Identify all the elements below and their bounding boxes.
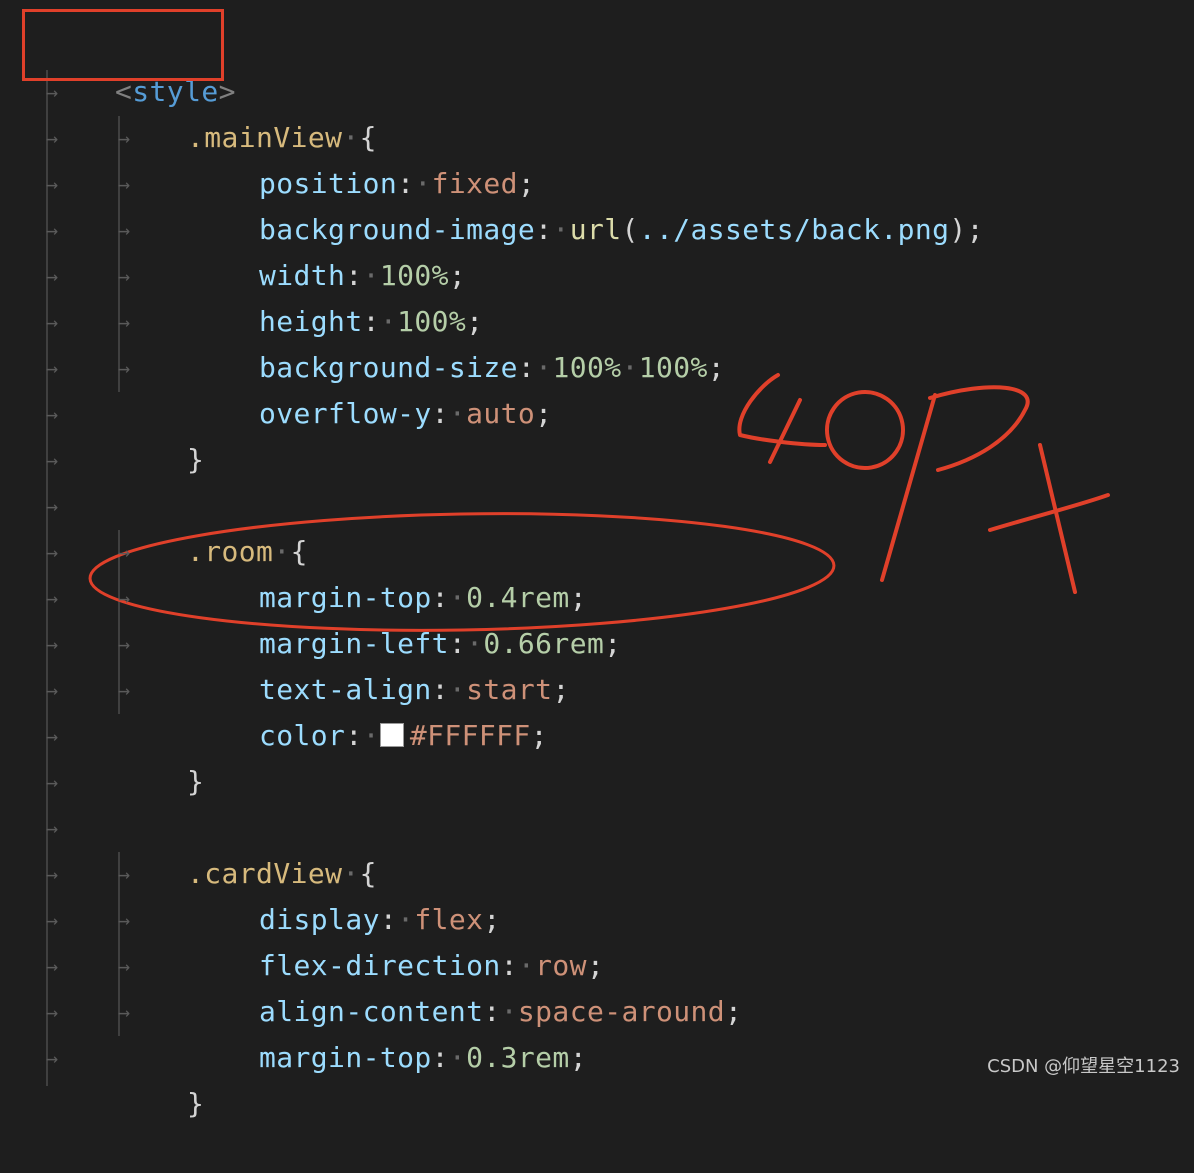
tab-arrow-icon: → bbox=[46, 1046, 59, 1070]
tab-arrow-icon: → bbox=[46, 954, 59, 978]
tab-arrow-icon: → bbox=[46, 724, 59, 748]
tab-arrow-icon: → bbox=[46, 126, 59, 150]
tab-arrow-icon: → bbox=[118, 908, 131, 932]
tab-arrow-icon: → bbox=[46, 264, 59, 288]
tab-arrow-icon: → bbox=[118, 310, 131, 334]
tab-arrow-icon: → bbox=[46, 402, 59, 426]
annotation-ellipse bbox=[88, 512, 836, 632]
tab-arrow-icon: → bbox=[118, 540, 131, 564]
tab-arrow-icon: → bbox=[118, 218, 131, 242]
tab-arrow-icon: → bbox=[46, 908, 59, 932]
tab-arrow-icon: → bbox=[46, 80, 59, 104]
tab-arrow-icon: → bbox=[46, 494, 59, 518]
tab-arrow-icon: → bbox=[46, 632, 59, 656]
tab-arrow-icon: → bbox=[118, 954, 131, 978]
tab-arrow-icon: → bbox=[118, 356, 131, 380]
tab-arrow-icon: → bbox=[46, 586, 59, 610]
tab-arrow-icon: → bbox=[46, 172, 59, 196]
tab-arrow-icon: → bbox=[46, 310, 59, 334]
tab-arrow-icon: → bbox=[46, 770, 59, 794]
tab-arrow-icon: → bbox=[46, 678, 59, 702]
tab-arrow-icon: → bbox=[118, 862, 131, 886]
handwritten-40px bbox=[737, 373, 1110, 594]
brace: } bbox=[187, 1087, 205, 1120]
tab-arrow-icon: → bbox=[118, 1000, 131, 1024]
tab-arrow-icon: → bbox=[46, 218, 59, 242]
tab-arrow-icon: → bbox=[46, 816, 59, 840]
tab-arrow-icon: → bbox=[118, 264, 131, 288]
tab-arrow-icon: → bbox=[118, 126, 131, 150]
tab-arrow-icon: → bbox=[46, 448, 59, 472]
tab-arrow-icon: → bbox=[46, 356, 59, 380]
tab-arrow-icon: → bbox=[46, 862, 59, 886]
tab-arrow-icon: → bbox=[46, 540, 59, 564]
tab-arrow-icon: → bbox=[118, 586, 131, 610]
tab-arrow-icon: → bbox=[118, 632, 131, 656]
tab-arrow-icon: → bbox=[46, 1000, 59, 1024]
watermark: CSDN @仰望星空1123 bbox=[987, 1056, 1180, 1077]
tab-arrow-icon: → bbox=[118, 678, 131, 702]
annotation-overlay bbox=[88, 373, 1110, 632]
code-editor[interactable]: <style> .mainView·{ position:·fixed; bac… bbox=[0, 0, 1194, 1120]
tab-arrow-icon: → bbox=[118, 172, 131, 196]
